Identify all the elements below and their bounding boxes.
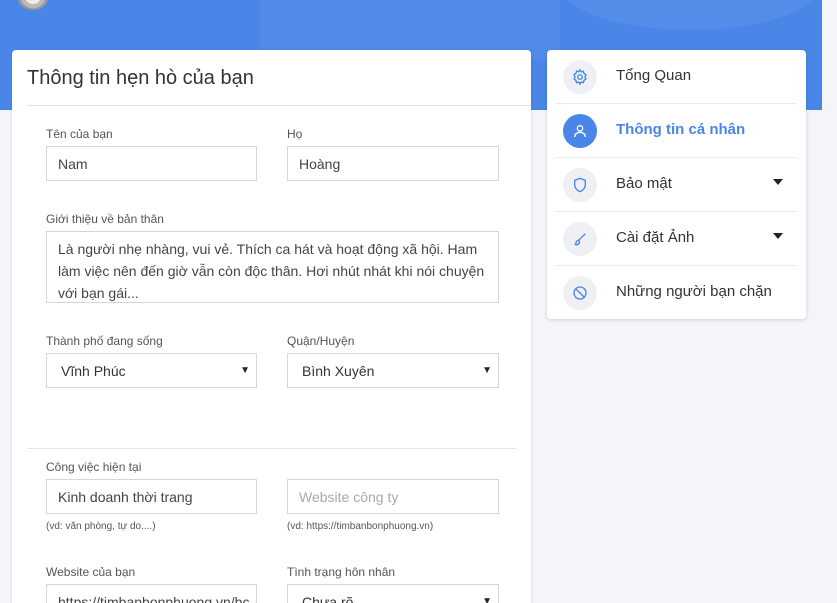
section-divider — [27, 448, 516, 449]
dating-info-form: Thông tin hẹn hò của bạn Tên của bạn Nam… — [12, 50, 531, 603]
menu-item-label: Bảo mật — [616, 175, 672, 192]
district-select[interactable]: Bình Xuyên ▼ — [287, 353, 499, 388]
marital-status-value: Chưa rõ — [302, 594, 354, 603]
menu-item-label: Tổng Quan — [616, 67, 692, 84]
page-title: Thông tin hẹn hò của bạn — [27, 67, 254, 89]
menu-item-blocked-users[interactable]: Những người bạn chặn — [555, 266, 797, 320]
menu-item-overview[interactable]: Tổng Quan — [555, 50, 797, 104]
gear-icon — [563, 60, 597, 94]
personal-website-field[interactable]: https://timbanbonphuong.vn/bc — [46, 584, 257, 603]
caret-down-icon — [773, 179, 783, 185]
bio-line: Là người nhẹ nhàng, vui vẻ. Thích ca hát… — [58, 241, 478, 257]
caret-down-icon: ▼ — [482, 365, 492, 376]
caret-down-icon: ▼ — [240, 365, 250, 376]
header-decoration — [560, 0, 820, 30]
company-website-field[interactable]: Website công ty — [287, 479, 499, 514]
city-select[interactable]: Vĩnh Phúc ▼ — [46, 353, 257, 388]
settings-menu: Tổng Quan Thông tin cá nhân Bảo mật Cài … — [547, 50, 806, 319]
menu-item-security[interactable]: Bảo mật — [555, 158, 797, 212]
menu-item-label: Cài đặt Ảnh — [616, 229, 695, 246]
bio-textarea[interactable]: Là người nhẹ nhàng, vui vẻ. Thích ca hát… — [46, 231, 499, 303]
user-icon — [563, 114, 597, 148]
title-divider — [27, 105, 531, 106]
last-name-field[interactable]: Hoàng — [287, 146, 499, 181]
menu-item-label: Những người bạn chặn — [616, 283, 772, 300]
bio-line: làm việc nên đến giờ vẫn còn độc thân. H… — [58, 263, 485, 279]
menu-item-photo-settings[interactable]: Cài đặt Ảnh — [555, 212, 797, 266]
block-icon — [563, 276, 597, 310]
marital-status-label: Tình trạng hôn nhân — [287, 565, 396, 579]
company-website-hint: (vd: https://timbanbonphuong.vn) — [287, 521, 434, 532]
menu-item-label: Thông tin cá nhân — [616, 121, 746, 138]
personal-website-label: Website của bạn — [46, 565, 136, 579]
brush-icon — [563, 222, 597, 256]
city-value: Vĩnh Phúc — [61, 363, 126, 379]
shield-icon — [563, 168, 597, 202]
job-field[interactable]: Kinh doanh thời trang — [46, 479, 257, 514]
district-label: Quận/Huyện — [287, 334, 355, 348]
city-label: Thành phố đang sống — [46, 334, 163, 348]
marital-status-select[interactable]: Chưa rõ ▼ — [287, 584, 499, 603]
last-name-label: Họ — [287, 127, 303, 141]
district-value: Bình Xuyên — [302, 363, 375, 379]
job-label: Công việc hiện tại — [46, 460, 142, 474]
caret-down-icon: ▼ — [482, 596, 492, 603]
caret-down-icon — [773, 233, 783, 239]
first-name-field[interactable]: Nam — [46, 146, 257, 181]
bio-line: với bạn gái... — [58, 285, 139, 301]
bio-label: Giới thiệu về bản thân — [46, 212, 164, 226]
first-name-label: Tên của bạn — [46, 127, 113, 141]
menu-item-personal-info[interactable]: Thông tin cá nhân — [555, 104, 797, 158]
avatar[interactable] — [18, 0, 48, 10]
job-hint: (vd: văn phòng, tự do....) — [46, 521, 156, 532]
